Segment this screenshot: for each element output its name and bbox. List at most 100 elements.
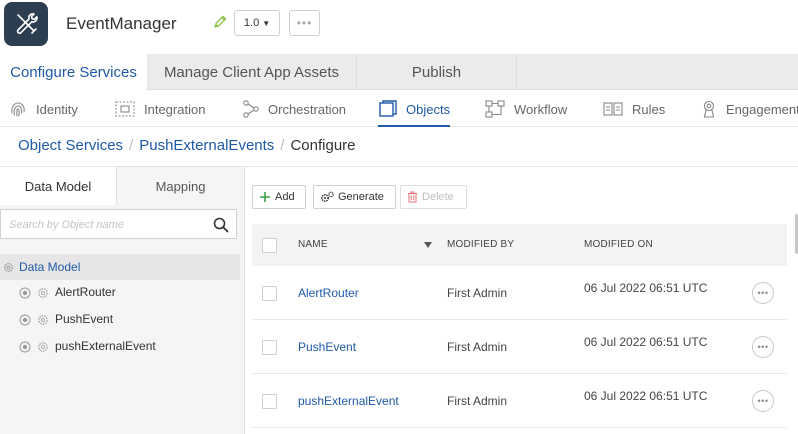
gear-icon bbox=[4, 262, 13, 272]
modified-on: 06 Jul 2022 06:51 UTC bbox=[584, 389, 708, 403]
expand-icon[interactable] bbox=[19, 314, 31, 326]
workflow-icon bbox=[485, 100, 505, 118]
row-checkbox[interactable] bbox=[262, 394, 277, 409]
tree-root-label: Data Model bbox=[19, 260, 81, 274]
object-search-input[interactable] bbox=[9, 216, 199, 234]
column-header-name[interactable]: NAME bbox=[298, 239, 328, 250]
app-more-button[interactable]: ••• bbox=[289, 10, 320, 36]
row-checkbox[interactable] bbox=[262, 286, 277, 301]
modified-by: First Admin bbox=[447, 340, 508, 354]
nav-label: Objects bbox=[406, 101, 451, 117]
table-row[interactable]: pushExternalEvent First Admin 06 Jul 202… bbox=[252, 374, 787, 428]
object-name-link[interactable]: pushExternalEvent bbox=[298, 394, 399, 408]
column-header-modified-on[interactable]: MODIFIED ON bbox=[584, 239, 653, 250]
modified-by: First Admin bbox=[447, 394, 508, 408]
version-dropdown[interactable]: 1.0 ▼ bbox=[234, 10, 280, 36]
row-more-button[interactable]: ••• bbox=[752, 390, 774, 412]
row-checkbox[interactable] bbox=[262, 340, 277, 355]
tab-label: Data Model bbox=[24, 178, 92, 194]
table-header: NAME MODIFIED BY MODIFIED ON bbox=[252, 224, 787, 266]
expand-icon[interactable] bbox=[19, 287, 31, 299]
modified-on: 06 Jul 2022 06:51 UTC bbox=[584, 335, 708, 349]
nav-engagement[interactable]: Engagement bbox=[700, 91, 798, 127]
column-header-modified-by[interactable]: MODIFIED BY bbox=[447, 239, 514, 250]
tab-label: Configure Services bbox=[10, 64, 137, 81]
engagement-icon bbox=[703, 100, 715, 118]
breadcrumb: Object Services / PushExternalEvents / C… bbox=[18, 137, 356, 154]
row-more-button[interactable]: ••• bbox=[752, 336, 774, 358]
app-logo[interactable] bbox=[4, 2, 48, 46]
left-panel: Data Model Mapping Data Model AlertRoute… bbox=[0, 167, 245, 434]
modified-on: 06 Jul 2022 06:51 UTC bbox=[584, 281, 708, 295]
nav-orchestration[interactable]: Orchestration bbox=[242, 91, 346, 127]
orchestration-icon bbox=[243, 100, 259, 118]
tab-mapping[interactable]: Mapping bbox=[117, 167, 244, 205]
object-search-box bbox=[0, 209, 237, 239]
tab-publish[interactable]: Publish bbox=[357, 54, 517, 90]
generate-label: Generate bbox=[338, 191, 384, 203]
search-icon[interactable] bbox=[212, 216, 230, 234]
sort-down-icon[interactable] bbox=[424, 242, 432, 248]
fingerprint-icon bbox=[11, 102, 25, 117]
app-header: EventManager 1.0 ▼ ••• bbox=[0, 0, 798, 54]
breadcrumb-separator: / bbox=[280, 137, 285, 154]
more-dots-icon: ••• bbox=[757, 288, 769, 298]
nav-label: Integration bbox=[144, 101, 206, 117]
edit-pencil-icon[interactable] bbox=[212, 14, 228, 30]
more-dots-icon: ••• bbox=[296, 16, 313, 30]
tree-item-pushevent[interactable]: PushEvent bbox=[0, 307, 240, 333]
breadcrumb-object-services[interactable]: Object Services bbox=[18, 137, 123, 154]
table-row[interactable]: AlertRouter First Admin 06 Jul 2022 06:5… bbox=[252, 266, 787, 320]
tab-manage-client-app-assets[interactable]: Manage Client App Assets bbox=[147, 54, 357, 90]
version-label: 1.0 bbox=[243, 17, 260, 29]
breadcrumb-current: Configure bbox=[290, 137, 356, 154]
modified-by: First Admin bbox=[447, 286, 508, 300]
rules-icon bbox=[603, 102, 623, 116]
gear-icon bbox=[38, 315, 48, 325]
select-all-checkbox[interactable] bbox=[262, 238, 277, 253]
object-name-link[interactable]: PushEvent bbox=[298, 340, 356, 354]
gear-icon bbox=[38, 342, 48, 352]
tree-root-data-model[interactable]: Data Model bbox=[0, 254, 240, 280]
left-panel-tabs: Data Model Mapping bbox=[0, 167, 244, 205]
tab-label: Publish bbox=[411, 63, 462, 81]
tree-item-label: PushEvent bbox=[55, 312, 114, 326]
tree-item-label: AlertRouter bbox=[55, 285, 116, 299]
plus-icon bbox=[260, 192, 270, 202]
tree-item-pushexternalevent[interactable]: pushExternalEvent bbox=[0, 334, 240, 360]
gear-icon bbox=[38, 288, 48, 298]
object-name-link[interactable]: AlertRouter bbox=[298, 286, 359, 300]
integration-icon bbox=[115, 101, 135, 117]
objects-icon bbox=[379, 100, 397, 117]
nav-objects[interactable]: Objects bbox=[378, 91, 451, 127]
tab-data-model[interactable]: Data Model bbox=[0, 167, 117, 205]
tab-configure-services[interactable]: Configure Services bbox=[0, 54, 147, 91]
delete-button[interactable]: Delete bbox=[400, 185, 467, 209]
service-nav: Identity Integration Orchestration Objec… bbox=[0, 91, 798, 127]
gears-icon bbox=[320, 191, 334, 203]
tab-label: Manage Client App Assets bbox=[163, 63, 340, 81]
table-row[interactable]: PushEvent First Admin 06 Jul 2022 06:51 … bbox=[252, 320, 787, 374]
add-label: Add bbox=[275, 191, 295, 203]
trash-icon bbox=[408, 191, 417, 203]
nav-identity[interactable]: Identity bbox=[8, 91, 78, 127]
tree-item-alertrouter[interactable]: AlertRouter bbox=[0, 280, 240, 306]
nav-integration[interactable]: Integration bbox=[114, 91, 205, 127]
more-dots-icon: ••• bbox=[757, 342, 769, 352]
row-more-button[interactable]: ••• bbox=[752, 282, 774, 304]
expand-icon[interactable] bbox=[19, 341, 31, 353]
caret-down-icon: ▼ bbox=[262, 18, 271, 28]
tools-icon bbox=[16, 13, 38, 34]
more-dots-icon: ••• bbox=[757, 396, 769, 406]
add-button[interactable]: Add bbox=[252, 185, 306, 209]
generate-button[interactable]: Generate bbox=[313, 185, 396, 209]
nav-rules[interactable]: Rules bbox=[602, 91, 665, 127]
tab-label: Mapping bbox=[155, 178, 206, 194]
breadcrumb-pushexternalevents[interactable]: PushExternalEvents bbox=[139, 137, 274, 154]
top-tabs: Configure Services Manage Client App Ass… bbox=[0, 54, 798, 91]
nav-label: Engagement bbox=[726, 101, 798, 117]
delete-label: Delete bbox=[422, 191, 454, 203]
nav-label: Workflow bbox=[514, 101, 568, 117]
nav-workflow[interactable]: Workflow bbox=[484, 91, 567, 127]
breadcrumb-separator: / bbox=[129, 137, 134, 154]
